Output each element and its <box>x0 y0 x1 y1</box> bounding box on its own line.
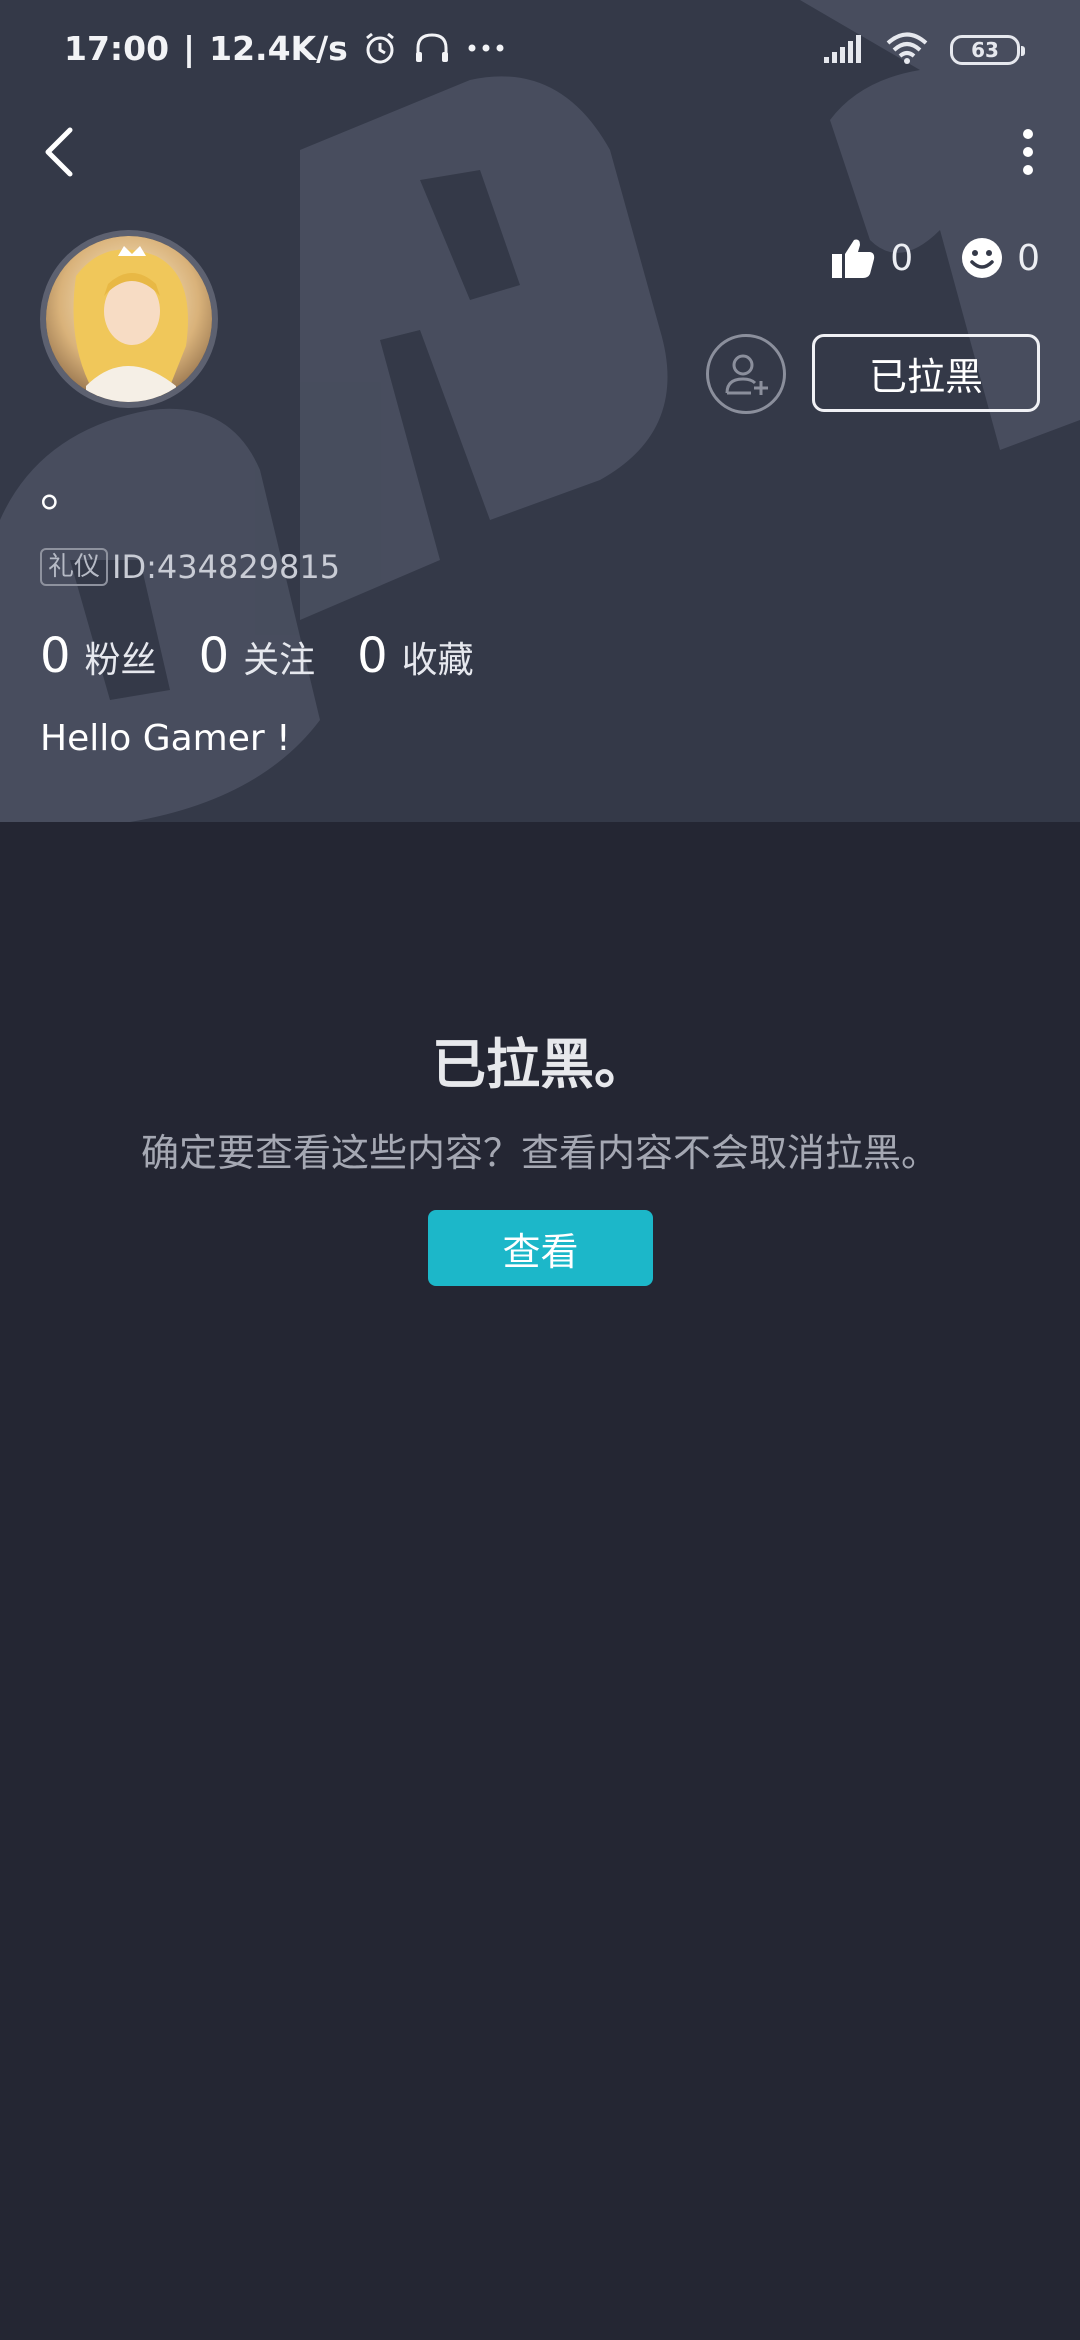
blocked-button[interactable]: 已拉黑 <box>812 334 1040 412</box>
profile-stats: 0 粉丝 0 关注 0 收藏 <box>40 628 474 684</box>
wifi-icon <box>886 32 928 68</box>
back-arrow-icon <box>45 127 73 177</box>
stat-label: 收藏 <box>401 640 474 681</box>
status-time: 17:00 <box>64 28 170 68</box>
stat-following[interactable]: 0 关注 <box>199 628 316 684</box>
stat-number: 0 <box>40 628 71 684</box>
stat-fans[interactable]: 0 粉丝 <box>40 628 157 684</box>
etiquette-badge[interactable]: 礼仪 <box>40 548 109 586</box>
profile-header: 17:00 | 12.4K/s 63 0 0 已拉黑 。 礼仪 ID:43482… <box>0 0 1080 822</box>
more-options-button[interactable] <box>1016 128 1040 176</box>
likes-count: 0 <box>890 237 914 279</box>
user-id-row: 礼仪 ID:434829815 <box>40 546 340 588</box>
smiley-icon <box>962 238 1003 278</box>
more-vertical-icon <box>1023 129 1033 175</box>
profile-counters: 0 0 <box>830 232 1040 284</box>
stat-number: 0 <box>198 628 230 684</box>
add-friend-button[interactable] <box>706 334 786 414</box>
blocked-description: 确定要查看这些内容？查看内容不会取消拉黑。 <box>140 1131 939 1175</box>
add-user-icon <box>725 354 768 395</box>
view-content-button[interactable]: 查看 <box>428 1210 653 1286</box>
username: 。 <box>40 462 89 518</box>
alarm-icon <box>362 30 398 66</box>
status-bar: 17:00 | 12.4K/s 63 <box>0 0 1080 96</box>
back-button[interactable] <box>40 122 80 182</box>
more-dots-icon <box>466 42 506 54</box>
headset-icon <box>412 30 452 66</box>
stat-label: 粉丝 <box>84 640 157 681</box>
emoji-count: 0 <box>1017 237 1040 279</box>
user-id: ID:434829815 <box>112 548 341 586</box>
stat-favorites[interactable]: 0 收藏 <box>357 628 474 684</box>
emoji-counter[interactable]: 0 <box>961 237 1040 279</box>
battery-icon: 63 <box>950 35 1025 65</box>
avatar[interactable] <box>40 230 218 408</box>
status-net-speed: 12.4K/s <box>209 28 348 68</box>
thumbs-up-icon <box>832 239 875 278</box>
signal-icon <box>824 33 864 67</box>
status-separator: | <box>183 28 196 68</box>
stat-label: 关注 <box>243 640 316 681</box>
stat-number: 0 <box>357 628 388 684</box>
likes-counter[interactable]: 0 <box>830 236 913 280</box>
battery-level: 63 <box>971 38 999 62</box>
avatar-image <box>46 236 212 402</box>
profile-bio: Hello Gamer ! <box>40 718 291 759</box>
blocked-title: 已拉黑。 <box>432 1033 648 1096</box>
